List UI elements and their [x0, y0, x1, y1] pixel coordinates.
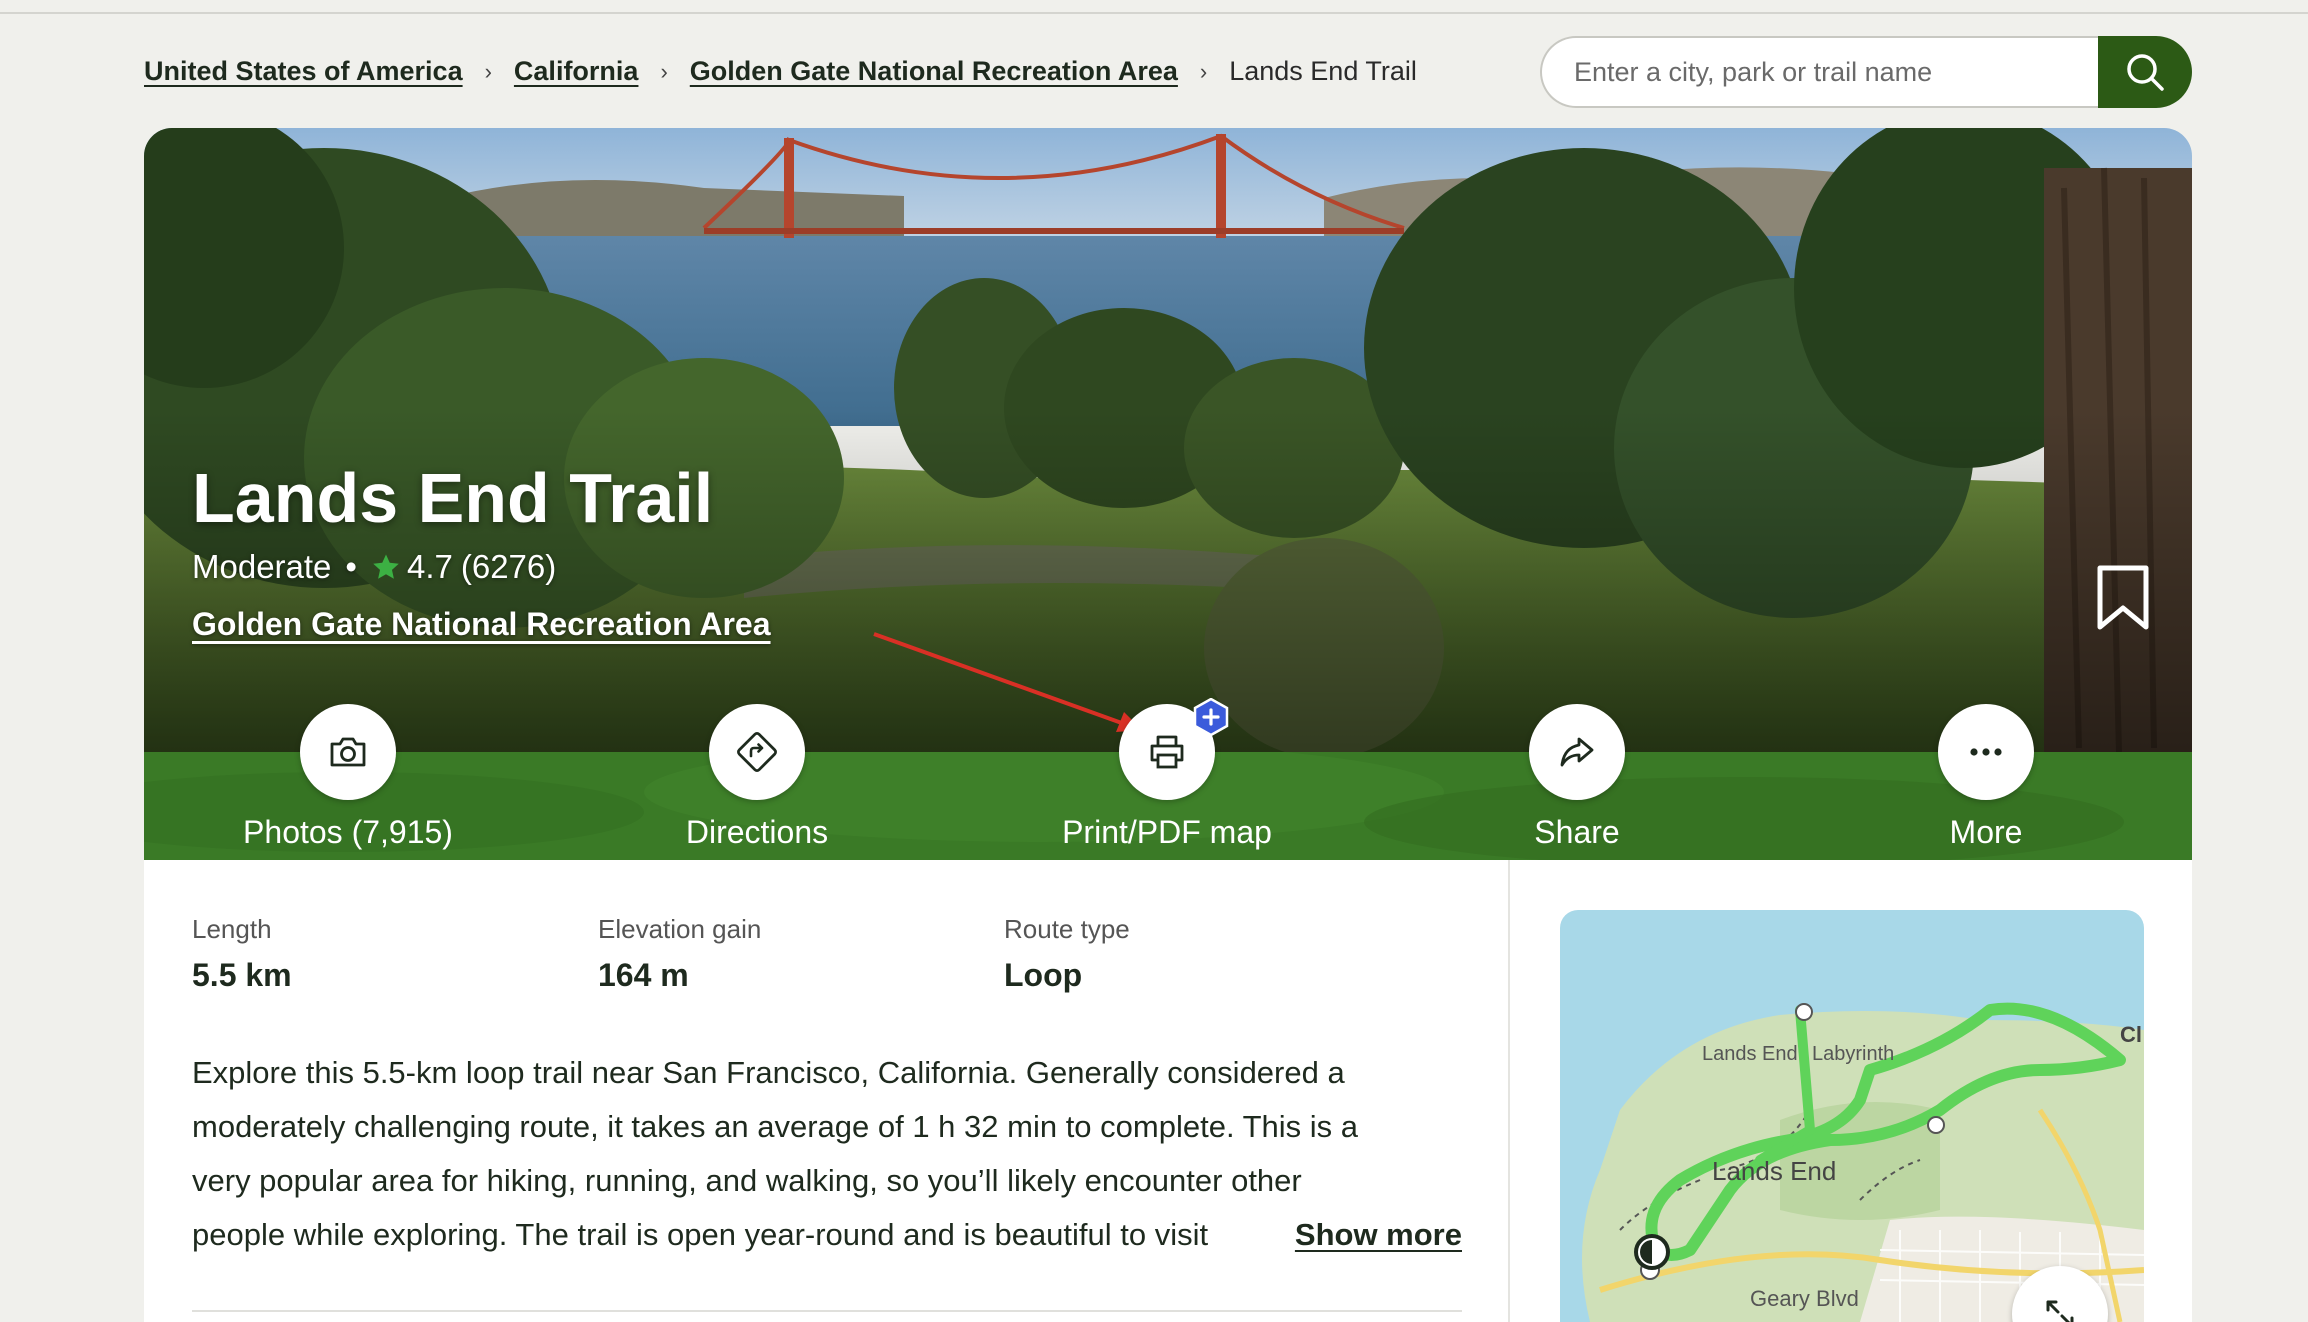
breadcrumb-separator: ›: [660, 58, 668, 84]
show-more-link[interactable]: Show more: [1295, 1208, 1462, 1262]
difficulty-label: Moderate: [192, 548, 332, 585]
description-line: moderately challenging route, it takes a…: [192, 1109, 1359, 1144]
search-button[interactable]: [2098, 36, 2192, 108]
description-last-line: people while exploring. The trail is ope…: [192, 1208, 1462, 1262]
directions-label: Directions: [685, 814, 829, 850]
map-label-edge: Cl: [2120, 1022, 2142, 1047]
print-circle: [1119, 698, 1229, 800]
trail-map[interactable]: Lands End Labyrinth Lands End Geary Blvd…: [1560, 910, 2144, 1322]
breadcrumb-separator: ›: [484, 58, 492, 84]
description-line: Explore this 5.5-km loop trail near San …: [192, 1055, 1345, 1090]
print-pdf-button[interactable]: Print/PDF map: [1007, 698, 1327, 851]
stat-label: Route type: [1004, 914, 1130, 944]
hero-banner: Lands End Trail Moderate • 4.7 (6276) Go…: [144, 128, 2192, 752]
printer-icon: [1150, 735, 1184, 769]
map-label-labyrinth: Labyrinth: [1812, 1043, 1894, 1065]
photos-circle: [300, 704, 396, 800]
description-line: very popular area for hiking, running, a…: [192, 1163, 1302, 1198]
stat-label: Elevation gain: [598, 914, 762, 944]
map-label-geary: Geary Blvd: [1750, 1286, 1859, 1311]
column-divider: [1508, 860, 1510, 1322]
share-circle: [1529, 704, 1625, 800]
search-icon: [2127, 54, 2164, 91]
breadcrumb-state-link[interactable]: California: [514, 56, 639, 87]
top-border: [0, 0, 2308, 14]
breadcrumb-current: Lands End Trail: [1229, 56, 1417, 86]
directions-circle: [709, 704, 805, 800]
description-line: people while exploring. The trail is ope…: [192, 1217, 1209, 1252]
search-input[interactable]: [1540, 36, 2098, 108]
trail-description: Explore this 5.5-km loop trail near San …: [192, 1046, 1462, 1262]
search-bar: [1540, 36, 2192, 108]
photos-label: Photos (7,915): [243, 814, 453, 850]
expand-icon: [2046, 1300, 2074, 1322]
print-pdf-label: Print/PDF map: [1062, 814, 1272, 850]
hero-photo: [144, 128, 2192, 752]
stat-elevation: Elevation gain 164 m: [598, 914, 761, 994]
stat-value: 164 m: [598, 957, 689, 993]
breadcrumb-park-link[interactable]: Golden Gate National Recreation Area: [690, 56, 1178, 87]
bookmark-icon[interactable]: [2094, 564, 2152, 632]
trail-title: Lands End Trail: [192, 459, 714, 537]
breadcrumb: United States of America › California › …: [144, 56, 1417, 87]
review-count[interactable]: (6276): [461, 548, 556, 586]
photos-button[interactable]: Photos (7,915): [188, 704, 508, 851]
more-label: More: [1949, 814, 2023, 850]
map-label-lands-end-small: Lands End: [1702, 1043, 1798, 1065]
section-divider: [192, 1310, 1462, 1312]
directions-button[interactable]: Directions: [597, 704, 917, 851]
stat-value: 5.5 km: [192, 957, 292, 993]
stat-route-type: Route type Loop: [1004, 914, 1130, 994]
meta-separator: •: [345, 548, 357, 585]
more-button[interactable]: More: [1826, 704, 2146, 851]
more-circle: [1938, 704, 2034, 800]
star-icon: [373, 554, 399, 579]
rating-value: 4.7: [406, 548, 453, 585]
breadcrumb-country-link[interactable]: United States of America: [144, 56, 463, 87]
map-label-lands-end: Lands End: [1712, 1156, 1836, 1186]
stat-value: Loop: [1004, 957, 1083, 993]
plus-badge-icon: [1193, 698, 1229, 736]
trail-meta: Moderate • 4.7 (6276): [192, 548, 556, 586]
share-button[interactable]: Share: [1417, 704, 1737, 851]
park-link[interactable]: Golden Gate National Recreation Area: [192, 606, 771, 643]
more-icon: [1970, 748, 2002, 756]
share-label: Share: [1534, 814, 1620, 850]
stat-length: Length 5.5 km: [192, 914, 292, 994]
directions-icon: [737, 732, 777, 772]
stat-label: Length: [192, 914, 272, 944]
breadcrumb-separator: ›: [1199, 58, 1208, 84]
share-icon: [1560, 737, 1594, 767]
map-canvas: Lands End Labyrinth Lands End Geary Blvd…: [1560, 910, 2144, 1322]
camera-icon: [330, 737, 366, 767]
